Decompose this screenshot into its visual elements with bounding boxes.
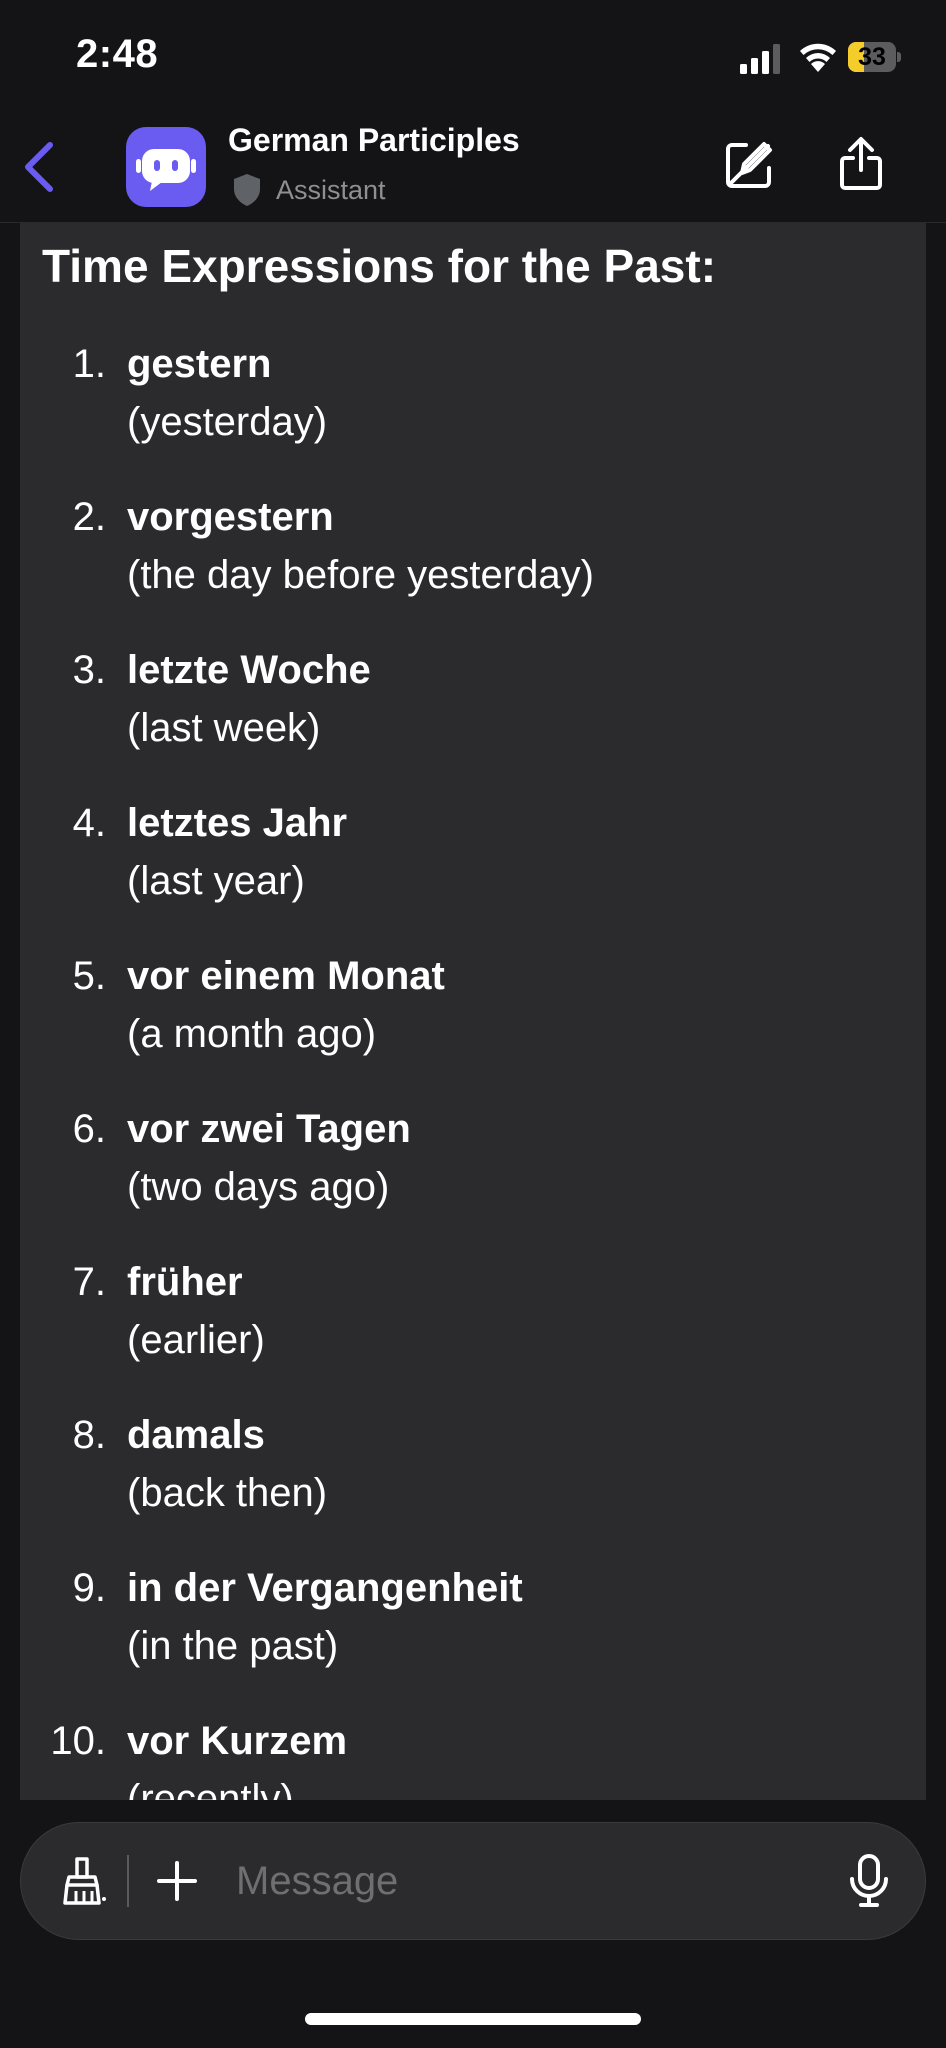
- list-item-term: gestern: [127, 342, 272, 386]
- list-item-term: vorgestern: [127, 495, 334, 539]
- status-time: 2:48: [76, 32, 159, 76]
- list-item-translation: (recently): [127, 1777, 294, 1800]
- list-item-number: 9.: [72, 1566, 106, 1610]
- list-item-number: 1.: [72, 342, 106, 386]
- share-icon[interactable]: [836, 136, 886, 192]
- list-item-term: damals: [127, 1413, 265, 1457]
- section-heading: Time Expressions for the Past:: [42, 240, 717, 292]
- battery-indicator: 33: [848, 42, 902, 74]
- list-item-term: vor zwei Tagen: [127, 1107, 411, 1151]
- shield-icon: [234, 174, 260, 206]
- list-item-translation: (last year): [127, 859, 305, 903]
- list-item-term: früher: [127, 1260, 243, 1304]
- chat-subtitle-row: Assistant: [232, 172, 386, 208]
- list-item-number: 5.: [72, 954, 106, 998]
- list-item-number: 6.: [72, 1107, 106, 1151]
- list-item-translation: (a month ago): [127, 1012, 377, 1056]
- plus-icon[interactable]: [151, 1855, 203, 1907]
- list-item-translation: (earlier): [127, 1318, 265, 1362]
- list-item-term: vor einem Monat: [127, 954, 445, 998]
- chevron-left-icon: [25, 142, 53, 192]
- list-item-translation: (the day before yesterday): [127, 553, 594, 597]
- wifi-icon: [800, 43, 836, 72]
- battery-level-text: 33: [858, 43, 886, 71]
- list-item-number: 3.: [72, 648, 106, 692]
- message-composer: [20, 1822, 926, 1940]
- status-bar: 2:48 33: [0, 0, 946, 112]
- home-indicator[interactable]: [305, 2013, 641, 2025]
- chat-subtitle: Assistant: [276, 174, 386, 205]
- list-item-translation: (last week): [127, 706, 321, 750]
- edit-icon[interactable]: [724, 140, 774, 190]
- list-item-translation: (in the past): [127, 1624, 339, 1668]
- list-item-translation: (yesterday): [127, 400, 328, 444]
- back-button[interactable]: [14, 132, 64, 202]
- assistant-message: Time Expressions for the Past: 1. gester…: [20, 223, 926, 1800]
- list-item-number: 4.: [72, 801, 106, 845]
- message-input[interactable]: [236, 1853, 796, 1909]
- list-item-translation: (two days ago): [127, 1165, 390, 1209]
- cellular-signal-icon: [740, 44, 780, 74]
- chat-header: German Participles Assistant: [0, 112, 946, 223]
- bot-avatar[interactable]: [126, 127, 206, 207]
- list-item-term: letztes Jahr: [127, 801, 348, 845]
- microphone-icon[interactable]: [847, 1853, 891, 1909]
- list-item-number: 2.: [72, 495, 106, 539]
- chat-title[interactable]: German Participles: [228, 122, 520, 159]
- list-item-number: 10.: [50, 1719, 106, 1763]
- list-item-term: letzte Woche: [127, 648, 371, 692]
- bot-icon: [136, 149, 196, 191]
- composer-divider: [127, 1855, 129, 1907]
- broom-icon[interactable]: [57, 1855, 109, 1907]
- list-item-translation: (back then): [127, 1471, 328, 1515]
- list-item-term: in der Vergangenheit: [127, 1566, 523, 1610]
- list-item-number: 8.: [72, 1413, 106, 1457]
- list-item-number: 7.: [72, 1260, 106, 1304]
- list-item-term: vor Kurzem: [127, 1719, 348, 1763]
